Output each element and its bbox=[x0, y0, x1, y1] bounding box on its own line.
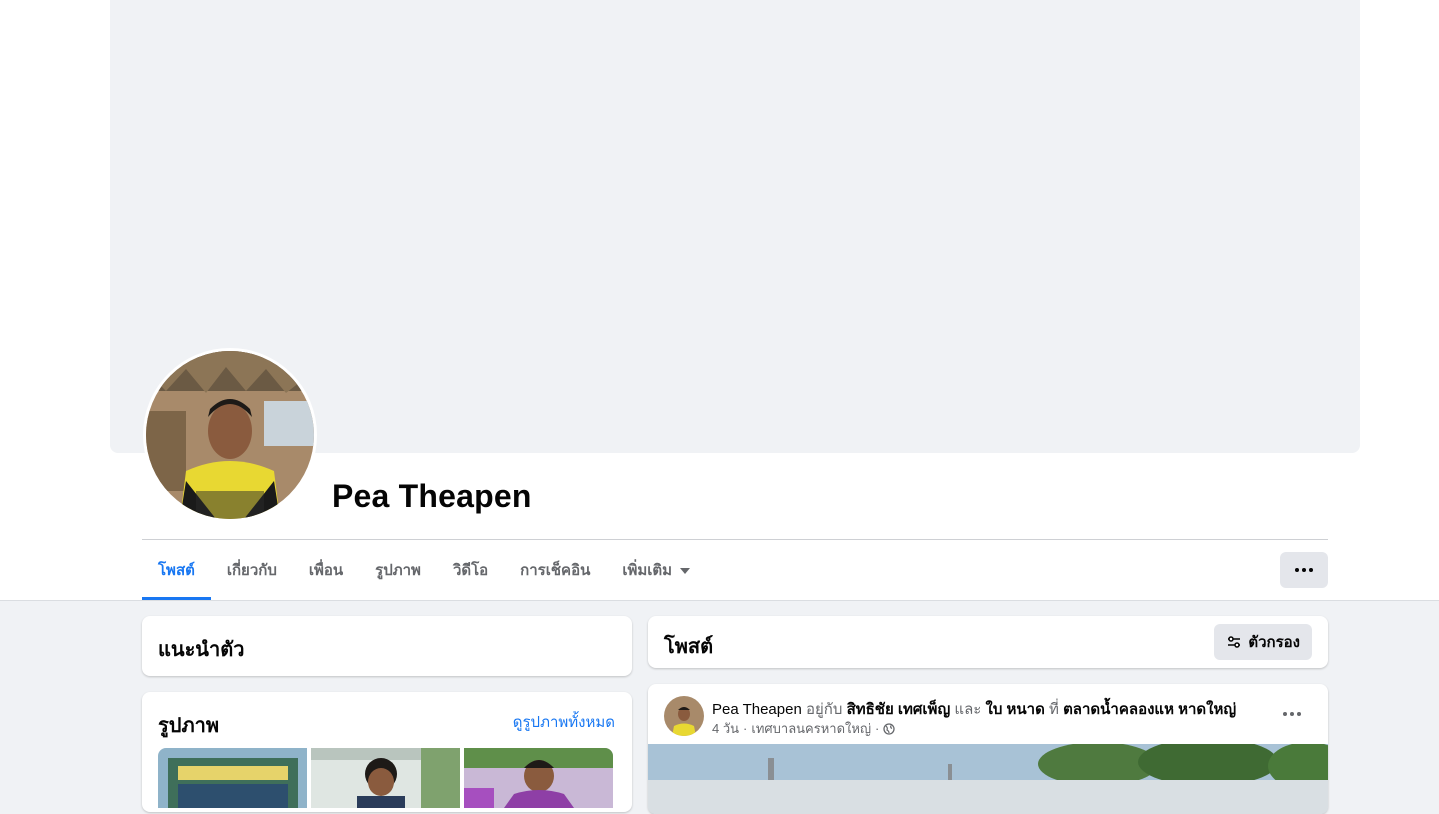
posts-title: โพสต์ bbox=[664, 636, 714, 658]
post-author-avatar[interactable] bbox=[664, 696, 704, 736]
post-options-button[interactable] bbox=[1274, 701, 1310, 727]
post-tagged-person-2[interactable]: ใบ หนาด bbox=[986, 701, 1045, 718]
intro-card: แนะนำตัว bbox=[142, 616, 632, 676]
intro-title: แนะนำตัว bbox=[158, 639, 245, 661]
photo-thumbnail[interactable] bbox=[158, 748, 307, 808]
filter-label: ตัวกรอง bbox=[1248, 634, 1300, 651]
photo-thumbnail[interactable] bbox=[464, 748, 613, 808]
post-at-word: ที่ bbox=[1049, 701, 1059, 718]
photos-card: รูปภาพ ดูรูปภาพทั้งหมด bbox=[142, 692, 632, 812]
photos-title: รูปภาพ bbox=[158, 715, 220, 737]
post-tagged-person-1[interactable]: สิทธิชัย เทศเพ็ญ bbox=[847, 701, 951, 718]
globe-icon bbox=[883, 722, 896, 735]
filter-icon bbox=[1228, 636, 1241, 648]
post-image[interactable] bbox=[648, 744, 1328, 814]
profile-avatar-image bbox=[146, 351, 314, 519]
post-time[interactable]: 4 วัน bbox=[712, 718, 739, 739]
post-card: Pea Theapen อยู่กับ สิทธิชัย เทศเพ็ญ และ… bbox=[648, 684, 1328, 814]
tab-friends[interactable]: เพื่อน bbox=[293, 540, 359, 600]
profile-tabs: โพสต์ เกี่ยวกับ เพื่อน รูปภาพ วิดีโอ การ… bbox=[142, 540, 706, 600]
tab-checkins[interactable]: การเช็คอิน bbox=[504, 540, 606, 600]
more-dots-icon bbox=[1295, 568, 1313, 572]
tab-posts[interactable]: โพสต์ bbox=[142, 540, 211, 600]
post-meta-separator: · bbox=[743, 721, 748, 736]
profile-header: Pea Theapen โพสต์ เกี่ยวกับ เพื่อน รูปภา… bbox=[0, 0, 1439, 601]
tab-photos[interactable]: รูปภาพ bbox=[359, 540, 437, 600]
photo-thumbnail[interactable] bbox=[311, 748, 460, 808]
photo-grid bbox=[158, 748, 613, 808]
post-meta: 4 วัน · เทศบาลนครหาดใหญ่ · bbox=[712, 718, 896, 739]
post-author-name[interactable]: Pea Theapen bbox=[712, 701, 802, 718]
profile-more-button[interactable] bbox=[1280, 552, 1328, 588]
dropdown-caret-icon bbox=[680, 568, 691, 574]
post-location[interactable]: เทศบาลนครหาดใหญ่ bbox=[751, 718, 871, 739]
see-all-photos-link[interactable]: ดูรูปภาพทั้งหมด bbox=[513, 710, 615, 734]
post-place[interactable]: ตลาดน้ำคลองแห หาดใหญ่ bbox=[1063, 701, 1236, 718]
post-and-word: และ bbox=[954, 701, 982, 718]
post-meta-separator-2: · bbox=[875, 721, 880, 736]
more-dots-icon bbox=[1283, 712, 1301, 716]
profile-name: Pea Theapen bbox=[332, 478, 532, 514]
posts-header-card: โพสต์ ตัวกรอง bbox=[648, 616, 1328, 668]
tab-videos[interactable]: วิดีโอ bbox=[437, 540, 504, 600]
profile-avatar[interactable] bbox=[143, 348, 317, 522]
tab-about[interactable]: เกี่ยวกับ bbox=[211, 540, 293, 600]
filter-button[interactable]: ตัวกรอง bbox=[1214, 624, 1312, 660]
post-with-word: อยู่กับ bbox=[805, 701, 843, 718]
tab-more[interactable]: เพิ่มเติม bbox=[606, 540, 706, 600]
